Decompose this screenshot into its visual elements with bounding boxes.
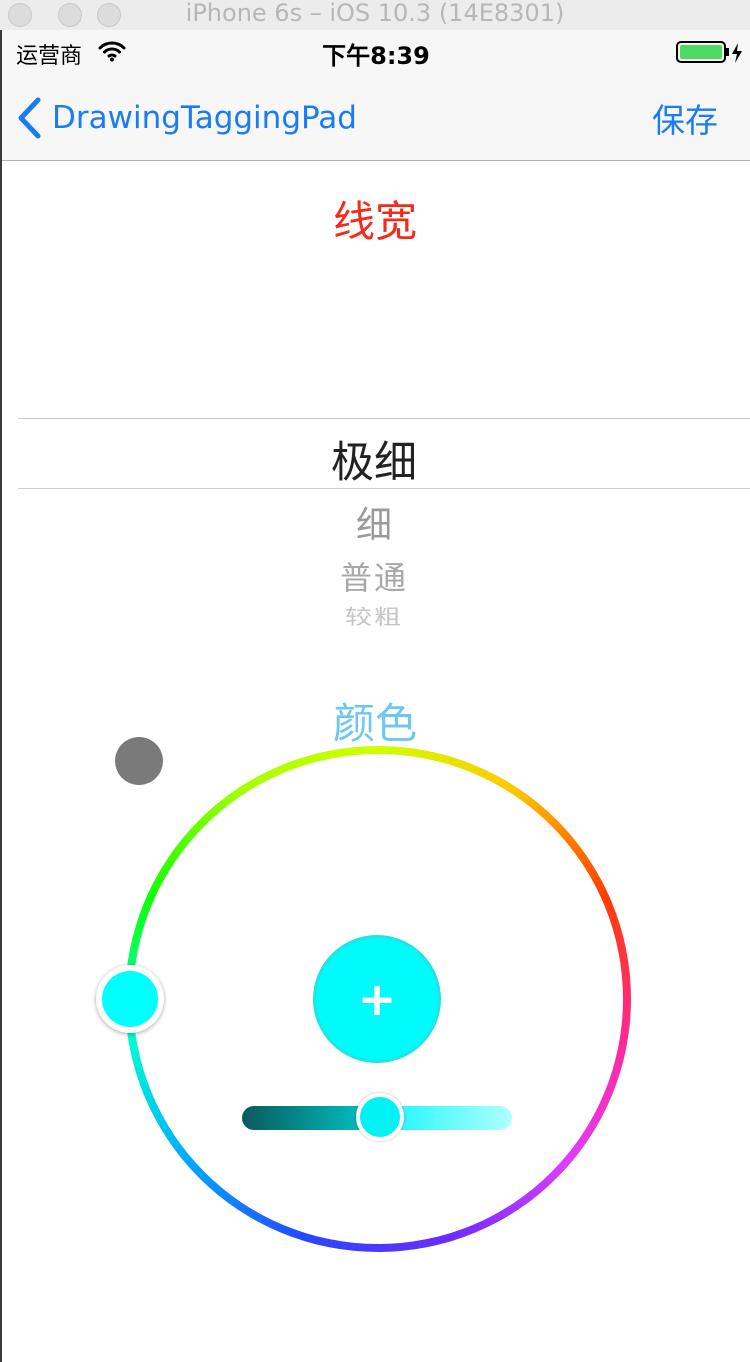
hue-handle-swatch [102, 971, 158, 1027]
add-color-button[interactable]: + [313, 935, 441, 1063]
hue-handle[interactable] [96, 965, 164, 1033]
line-width-picker[interactable]: 极细 细 普通 较粗 粗 [18, 240, 750, 635]
status-bar: 运营商 下午8:39 [2, 30, 750, 78]
status-time: 下午8:39 [322, 42, 430, 70]
picker-item[interactable]: 较粗 [18, 601, 740, 630]
battery-icon [676, 41, 742, 63]
picker-item[interactable]: 普通 [18, 553, 740, 599]
back-label: DrawingTaggingPad [52, 100, 357, 136]
current-color-preview [115, 737, 163, 785]
picker-item[interactable]: 细 [18, 496, 740, 548]
picker-item-selected[interactable]: 极细 [18, 428, 740, 490]
plus-icon: + [357, 972, 397, 1026]
simulator-titlebar: iPhone 6s – iOS 10.3 (14E8301) [0, 0, 750, 31]
brightness-slider-thumb[interactable] [356, 1093, 404, 1141]
picker-selection-top-line [18, 418, 750, 419]
color-title: 颜色 [332, 699, 417, 748]
navigation-bar: DrawingTaggingPad 保存 [2, 78, 750, 161]
chevron-left-icon [18, 97, 41, 139]
window-title: iPhone 6s – iOS 10.3 (14E8301) [185, 0, 565, 27]
save-button[interactable]: 保存 [652, 94, 718, 142]
back-button[interactable]: DrawingTaggingPad [16, 96, 357, 140]
picker-item[interactable]: 粗 [18, 633, 740, 635]
brightness-slider[interactable] [242, 1093, 512, 1141]
